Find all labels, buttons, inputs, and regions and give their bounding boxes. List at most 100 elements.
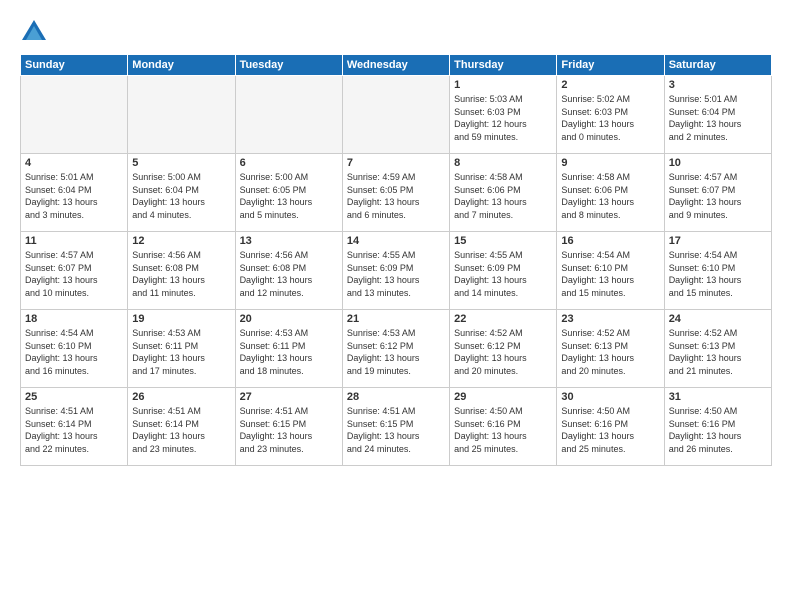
calendar-cell bbox=[342, 76, 449, 154]
day-number: 18 bbox=[25, 313, 123, 325]
day-number: 5 bbox=[132, 157, 230, 169]
day-number: 4 bbox=[25, 157, 123, 169]
day-number: 21 bbox=[347, 313, 445, 325]
day-number: 31 bbox=[669, 391, 767, 403]
day-number: 6 bbox=[240, 157, 338, 169]
day-info: Sunrise: 5:01 AM Sunset: 6:04 PM Dayligh… bbox=[669, 93, 767, 143]
logo-icon bbox=[20, 18, 48, 46]
day-number: 27 bbox=[240, 391, 338, 403]
day-info: Sunrise: 4:58 AM Sunset: 6:06 PM Dayligh… bbox=[454, 171, 552, 221]
header bbox=[20, 18, 772, 46]
day-info: Sunrise: 4:52 AM Sunset: 6:13 PM Dayligh… bbox=[561, 327, 659, 377]
day-number: 24 bbox=[669, 313, 767, 325]
day-number: 30 bbox=[561, 391, 659, 403]
calendar-cell: 19Sunrise: 4:53 AM Sunset: 6:11 PM Dayli… bbox=[128, 310, 235, 388]
day-info: Sunrise: 5:02 AM Sunset: 6:03 PM Dayligh… bbox=[561, 93, 659, 143]
calendar-cell: 2Sunrise: 5:02 AM Sunset: 6:03 PM Daylig… bbox=[557, 76, 664, 154]
calendar-cell: 23 Sunrise: 4:52 AM Sunset: 6:13 PM Dayli… bbox=[557, 310, 664, 388]
day-number: 3 bbox=[669, 79, 767, 91]
day-info: Sunrise: 4:50 AM Sunset: 6:16 PM Dayligh… bbox=[669, 405, 767, 455]
week-row-1: 1 Sunrise: 5:03 AM Sunset: 6:03 PM Daylig… bbox=[21, 76, 772, 154]
calendar-cell: 3 Sunrise: 5:01 AM Sunset: 6:04 PM Daylig… bbox=[664, 76, 771, 154]
calendar-cell: 28 Sunrise: 4:51 AM Sunset: 6:15 PM Dayli… bbox=[342, 388, 449, 466]
calendar-cell: 17Sunrise: 4:54 AM Sunset: 6:10 PM Dayli… bbox=[664, 232, 771, 310]
col-header-tuesday: Tuesday bbox=[235, 55, 342, 76]
day-number: 25 bbox=[25, 391, 123, 403]
header-row: SundayMondayTuesdayWednesdayThursdayFrid… bbox=[21, 55, 772, 76]
day-number: 12 bbox=[132, 235, 230, 247]
day-info: Sunrise: 4:50 AM Sunset: 6:16 PM Dayligh… bbox=[561, 405, 659, 455]
day-info: Sunrise: 4:55 AM Sunset: 6:09 PM Dayligh… bbox=[347, 249, 445, 299]
logo bbox=[20, 18, 52, 46]
day-info: Sunrise: 4:53 AM Sunset: 6:11 PM Dayligh… bbox=[240, 327, 338, 377]
calendar-cell bbox=[235, 76, 342, 154]
col-header-sunday: Sunday bbox=[21, 55, 128, 76]
calendar-cell: 15 Sunrise: 4:55 AM Sunset: 6:09 PM Dayli… bbox=[450, 232, 557, 310]
day-number: 7 bbox=[347, 157, 445, 169]
day-number: 22 bbox=[454, 313, 552, 325]
calendar-cell: 21 Sunrise: 4:53 AM Sunset: 6:12 PM Dayli… bbox=[342, 310, 449, 388]
day-info: Sunrise: 5:00 AM Sunset: 6:04 PM Dayligh… bbox=[132, 171, 230, 221]
calendar-cell: 24 Sunrise: 4:52 AM Sunset: 6:13 PM Dayli… bbox=[664, 310, 771, 388]
day-number: 1 bbox=[454, 79, 552, 91]
day-info: Sunrise: 4:51 AM Sunset: 6:15 PM Dayligh… bbox=[347, 405, 445, 455]
calendar-cell: 26Sunrise: 4:51 AM Sunset: 6:14 PM Dayli… bbox=[128, 388, 235, 466]
calendar: SundayMondayTuesdayWednesdayThursdayFrid… bbox=[20, 54, 772, 466]
day-number: 19 bbox=[132, 313, 230, 325]
day-info: Sunrise: 4:56 AM Sunset: 6:08 PM Dayligh… bbox=[132, 249, 230, 299]
calendar-cell: 11Sunrise: 4:57 AM Sunset: 6:07 PM Dayli… bbox=[21, 232, 128, 310]
day-number: 20 bbox=[240, 313, 338, 325]
calendar-cell: 10 Sunrise: 4:57 AM Sunset: 6:07 PM Dayli… bbox=[664, 154, 771, 232]
day-number: 23 bbox=[561, 313, 659, 325]
day-info: Sunrise: 4:55 AM Sunset: 6:09 PM Dayligh… bbox=[454, 249, 552, 299]
calendar-cell bbox=[128, 76, 235, 154]
col-header-friday: Friday bbox=[557, 55, 664, 76]
day-info: Sunrise: 4:56 AM Sunset: 6:08 PM Dayligh… bbox=[240, 249, 338, 299]
col-header-wednesday: Wednesday bbox=[342, 55, 449, 76]
calendar-cell: 4 Sunrise: 5:01 AM Sunset: 6:04 PM Daylig… bbox=[21, 154, 128, 232]
calendar-cell: 12 Sunrise: 4:56 AM Sunset: 6:08 PM Dayli… bbox=[128, 232, 235, 310]
calendar-cell: 30 Sunrise: 4:50 AM Sunset: 6:16 PM Dayli… bbox=[557, 388, 664, 466]
day-number: 13 bbox=[240, 235, 338, 247]
calendar-cell: 18 Sunrise: 4:54 AM Sunset: 6:10 PM Dayli… bbox=[21, 310, 128, 388]
day-info: Sunrise: 4:54 AM Sunset: 6:10 PM Dayligh… bbox=[25, 327, 123, 377]
day-info: Sunrise: 5:01 AM Sunset: 6:04 PM Dayligh… bbox=[25, 171, 123, 221]
calendar-cell: 14 Sunrise: 4:55 AM Sunset: 6:09 PM Dayli… bbox=[342, 232, 449, 310]
day-info: Sunrise: 4:52 AM Sunset: 6:13 PM Dayligh… bbox=[669, 327, 767, 377]
calendar-cell: 16 Sunrise: 4:54 AM Sunset: 6:10 PM Dayli… bbox=[557, 232, 664, 310]
calendar-cell: 6 Sunrise: 5:00 AM Sunset: 6:05 PM Daylig… bbox=[235, 154, 342, 232]
week-row-5: 25Sunrise: 4:51 AM Sunset: 6:14 PM Dayli… bbox=[21, 388, 772, 466]
day-number: 14 bbox=[347, 235, 445, 247]
calendar-cell: 20 Sunrise: 4:53 AM Sunset: 6:11 PM Dayli… bbox=[235, 310, 342, 388]
day-number: 28 bbox=[347, 391, 445, 403]
col-header-thursday: Thursday bbox=[450, 55, 557, 76]
day-number: 11 bbox=[25, 235, 123, 247]
week-row-3: 11Sunrise: 4:57 AM Sunset: 6:07 PM Dayli… bbox=[21, 232, 772, 310]
calendar-cell: 8 Sunrise: 4:58 AM Sunset: 6:06 PM Daylig… bbox=[450, 154, 557, 232]
day-number: 15 bbox=[454, 235, 552, 247]
day-info: Sunrise: 4:57 AM Sunset: 6:07 PM Dayligh… bbox=[669, 171, 767, 221]
calendar-cell: 27 Sunrise: 4:51 AM Sunset: 6:15 PM Dayli… bbox=[235, 388, 342, 466]
calendar-cell: 1 Sunrise: 5:03 AM Sunset: 6:03 PM Daylig… bbox=[450, 76, 557, 154]
calendar-cell: 25Sunrise: 4:51 AM Sunset: 6:14 PM Dayli… bbox=[21, 388, 128, 466]
day-info: Sunrise: 5:03 AM Sunset: 6:03 PM Dayligh… bbox=[454, 93, 552, 143]
day-info: Sunrise: 4:51 AM Sunset: 6:15 PM Dayligh… bbox=[240, 405, 338, 455]
day-info: Sunrise: 4:54 AM Sunset: 6:10 PM Dayligh… bbox=[561, 249, 659, 299]
week-row-2: 4 Sunrise: 5:01 AM Sunset: 6:04 PM Daylig… bbox=[21, 154, 772, 232]
calendar-cell: 29Sunrise: 4:50 AM Sunset: 6:16 PM Dayli… bbox=[450, 388, 557, 466]
calendar-cell bbox=[21, 76, 128, 154]
day-number: 16 bbox=[561, 235, 659, 247]
day-number: 26 bbox=[132, 391, 230, 403]
day-info: Sunrise: 4:59 AM Sunset: 6:05 PM Dayligh… bbox=[347, 171, 445, 221]
day-info: Sunrise: 5:00 AM Sunset: 6:05 PM Dayligh… bbox=[240, 171, 338, 221]
week-row-4: 18 Sunrise: 4:54 AM Sunset: 6:10 PM Dayli… bbox=[21, 310, 772, 388]
day-number: 10 bbox=[669, 157, 767, 169]
calendar-cell: 9Sunrise: 4:58 AM Sunset: 6:06 PM Daylig… bbox=[557, 154, 664, 232]
calendar-cell: 5 Sunrise: 5:00 AM Sunset: 6:04 PM Daylig… bbox=[128, 154, 235, 232]
day-info: Sunrise: 4:54 AM Sunset: 6:10 PM Dayligh… bbox=[669, 249, 767, 299]
day-number: 9 bbox=[561, 157, 659, 169]
day-info: Sunrise: 4:53 AM Sunset: 6:12 PM Dayligh… bbox=[347, 327, 445, 377]
day-number: 29 bbox=[454, 391, 552, 403]
col-header-saturday: Saturday bbox=[664, 55, 771, 76]
day-number: 8 bbox=[454, 157, 552, 169]
